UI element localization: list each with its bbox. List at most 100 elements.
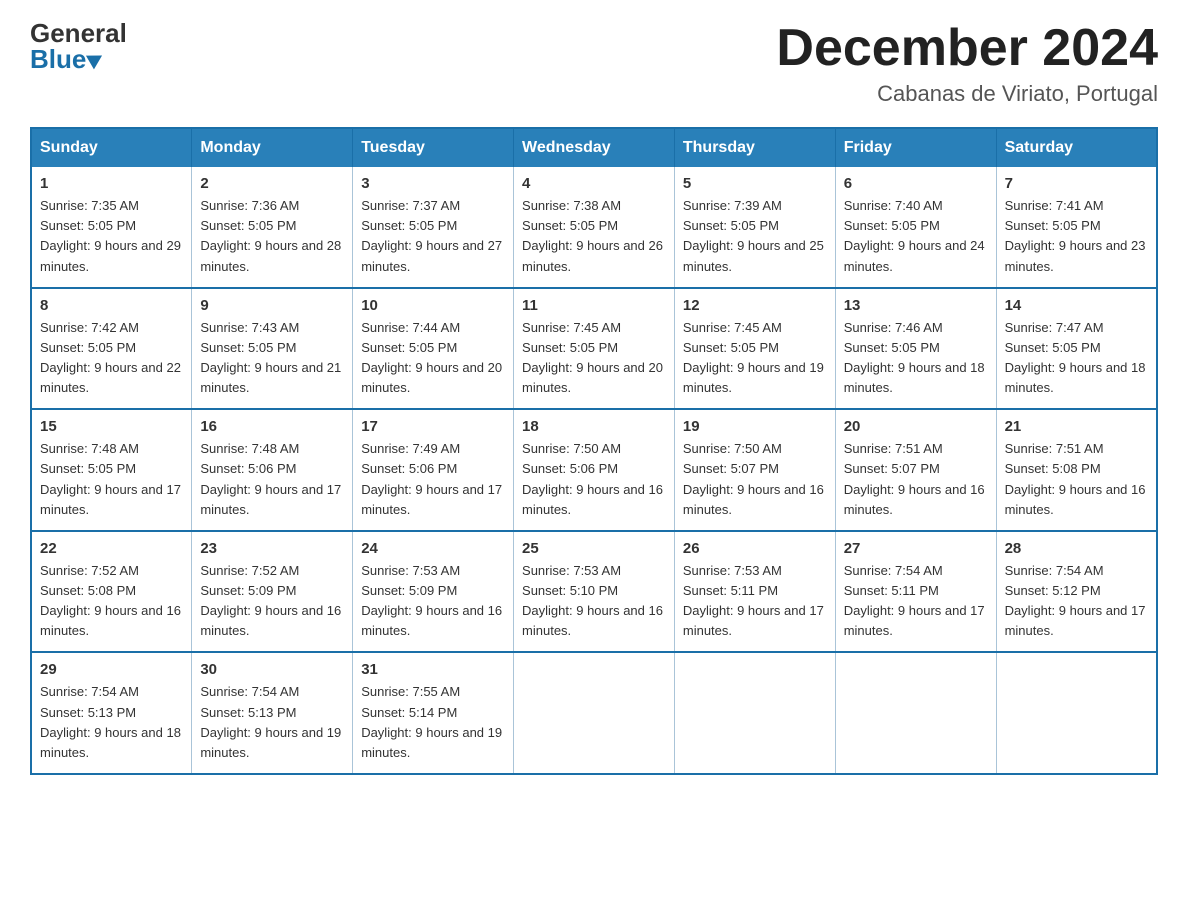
calendar-day-cell: 8 Sunrise: 7:42 AM Sunset: 5:05 PM Dayli… xyxy=(31,288,192,410)
day-number: 23 xyxy=(200,540,344,557)
calendar-day-cell: 30 Sunrise: 7:54 AM Sunset: 5:13 PM Dayl… xyxy=(192,652,353,774)
calendar-day-cell: 29 Sunrise: 7:54 AM Sunset: 5:13 PM Dayl… xyxy=(31,652,192,774)
day-info: Sunrise: 7:51 AM Sunset: 5:08 PM Dayligh… xyxy=(1005,439,1148,520)
calendar-day-cell: 24 Sunrise: 7:53 AM Sunset: 5:09 PM Dayl… xyxy=(353,531,514,653)
day-number: 3 xyxy=(361,175,505,192)
day-info: Sunrise: 7:53 AM Sunset: 5:11 PM Dayligh… xyxy=(683,561,827,642)
day-info: Sunrise: 7:43 AM Sunset: 5:05 PM Dayligh… xyxy=(200,318,344,399)
day-number: 6 xyxy=(844,175,988,192)
day-number: 8 xyxy=(40,297,183,314)
calendar-day-cell: 6 Sunrise: 7:40 AM Sunset: 5:05 PM Dayli… xyxy=(835,167,996,288)
day-info: Sunrise: 7:53 AM Sunset: 5:09 PM Dayligh… xyxy=(361,561,505,642)
day-number: 26 xyxy=(683,540,827,557)
day-info: Sunrise: 7:53 AM Sunset: 5:10 PM Dayligh… xyxy=(522,561,666,642)
calendar-day-cell: 3 Sunrise: 7:37 AM Sunset: 5:05 PM Dayli… xyxy=(353,167,514,288)
day-info: Sunrise: 7:54 AM Sunset: 5:11 PM Dayligh… xyxy=(844,561,988,642)
day-number: 19 xyxy=(683,418,827,435)
calendar-day-cell: 12 Sunrise: 7:45 AM Sunset: 5:05 PM Dayl… xyxy=(674,288,835,410)
day-info: Sunrise: 7:48 AM Sunset: 5:06 PM Dayligh… xyxy=(200,439,344,520)
logo-blue-text: Blue xyxy=(30,46,86,72)
logo-arrow-icon xyxy=(86,49,106,70)
day-info: Sunrise: 7:50 AM Sunset: 5:06 PM Dayligh… xyxy=(522,439,666,520)
day-number: 22 xyxy=(40,540,183,557)
day-info: Sunrise: 7:41 AM Sunset: 5:05 PM Dayligh… xyxy=(1005,196,1148,277)
day-info: Sunrise: 7:54 AM Sunset: 5:13 PM Dayligh… xyxy=(40,682,183,763)
calendar-day-cell: 13 Sunrise: 7:46 AM Sunset: 5:05 PM Dayl… xyxy=(835,288,996,410)
day-info: Sunrise: 7:49 AM Sunset: 5:06 PM Dayligh… xyxy=(361,439,505,520)
day-number: 15 xyxy=(40,418,183,435)
calendar-table: SundayMondayTuesdayWednesdayThursdayFrid… xyxy=(30,127,1158,775)
day-info: Sunrise: 7:54 AM Sunset: 5:13 PM Dayligh… xyxy=(200,682,344,763)
calendar-day-cell: 2 Sunrise: 7:36 AM Sunset: 5:05 PM Dayli… xyxy=(192,167,353,288)
calendar-day-cell: 21 Sunrise: 7:51 AM Sunset: 5:08 PM Dayl… xyxy=(996,409,1157,531)
day-number: 27 xyxy=(844,540,988,557)
day-info: Sunrise: 7:45 AM Sunset: 5:05 PM Dayligh… xyxy=(683,318,827,399)
calendar-day-cell: 28 Sunrise: 7:54 AM Sunset: 5:12 PM Dayl… xyxy=(996,531,1157,653)
calendar-day-cell: 26 Sunrise: 7:53 AM Sunset: 5:11 PM Dayl… xyxy=(674,531,835,653)
calendar-day-cell: 20 Sunrise: 7:51 AM Sunset: 5:07 PM Dayl… xyxy=(835,409,996,531)
day-info: Sunrise: 7:47 AM Sunset: 5:05 PM Dayligh… xyxy=(1005,318,1148,399)
day-number: 25 xyxy=(522,540,666,557)
day-info: Sunrise: 7:45 AM Sunset: 5:05 PM Dayligh… xyxy=(522,318,666,399)
calendar-day-cell: 9 Sunrise: 7:43 AM Sunset: 5:05 PM Dayli… xyxy=(192,288,353,410)
day-number: 11 xyxy=(522,297,666,314)
calendar-day-cell: 25 Sunrise: 7:53 AM Sunset: 5:10 PM Dayl… xyxy=(514,531,675,653)
day-info: Sunrise: 7:44 AM Sunset: 5:05 PM Dayligh… xyxy=(361,318,505,399)
day-number: 18 xyxy=(522,418,666,435)
calendar-header-row: SundayMondayTuesdayWednesdayThursdayFrid… xyxy=(31,128,1157,167)
day-number: 12 xyxy=(683,297,827,314)
day-info: Sunrise: 7:46 AM Sunset: 5:05 PM Dayligh… xyxy=(844,318,988,399)
day-number: 10 xyxy=(361,297,505,314)
day-number: 2 xyxy=(200,175,344,192)
month-title: December 2024 xyxy=(776,20,1158,77)
calendar-header-sunday: Sunday xyxy=(31,128,192,167)
calendar-day-cell xyxy=(514,652,675,774)
calendar-day-cell: 1 Sunrise: 7:35 AM Sunset: 5:05 PM Dayli… xyxy=(31,167,192,288)
location-title: Cabanas de Viriato, Portugal xyxy=(776,81,1158,107)
calendar-day-cell: 31 Sunrise: 7:55 AM Sunset: 5:14 PM Dayl… xyxy=(353,652,514,774)
page-header: General Blue December 2024 Cabanas de Vi… xyxy=(30,20,1158,107)
calendar-header-monday: Monday xyxy=(192,128,353,167)
day-info: Sunrise: 7:54 AM Sunset: 5:12 PM Dayligh… xyxy=(1005,561,1148,642)
day-number: 9 xyxy=(200,297,344,314)
calendar-day-cell xyxy=(674,652,835,774)
day-info: Sunrise: 7:40 AM Sunset: 5:05 PM Dayligh… xyxy=(844,196,988,277)
calendar-day-cell: 27 Sunrise: 7:54 AM Sunset: 5:11 PM Dayl… xyxy=(835,531,996,653)
logo-general-text: General xyxy=(30,20,127,46)
day-number: 24 xyxy=(361,540,505,557)
calendar-day-cell: 17 Sunrise: 7:49 AM Sunset: 5:06 PM Dayl… xyxy=(353,409,514,531)
day-number: 16 xyxy=(200,418,344,435)
day-info: Sunrise: 7:52 AM Sunset: 5:09 PM Dayligh… xyxy=(200,561,344,642)
calendar-week-row: 22 Sunrise: 7:52 AM Sunset: 5:08 PM Dayl… xyxy=(31,531,1157,653)
day-info: Sunrise: 7:50 AM Sunset: 5:07 PM Dayligh… xyxy=(683,439,827,520)
calendar-header-tuesday: Tuesday xyxy=(353,128,514,167)
calendar-day-cell: 22 Sunrise: 7:52 AM Sunset: 5:08 PM Dayl… xyxy=(31,531,192,653)
day-number: 1 xyxy=(40,175,183,192)
day-number: 28 xyxy=(1005,540,1148,557)
calendar-day-cell: 5 Sunrise: 7:39 AM Sunset: 5:05 PM Dayli… xyxy=(674,167,835,288)
calendar-day-cell: 23 Sunrise: 7:52 AM Sunset: 5:09 PM Dayl… xyxy=(192,531,353,653)
calendar-week-row: 1 Sunrise: 7:35 AM Sunset: 5:05 PM Dayli… xyxy=(31,167,1157,288)
logo: General Blue xyxy=(30,20,127,72)
calendar-header-wednesday: Wednesday xyxy=(514,128,675,167)
day-number: 30 xyxy=(200,661,344,678)
day-info: Sunrise: 7:55 AM Sunset: 5:14 PM Dayligh… xyxy=(361,682,505,763)
day-number: 4 xyxy=(522,175,666,192)
calendar-day-cell: 15 Sunrise: 7:48 AM Sunset: 5:05 PM Dayl… xyxy=(31,409,192,531)
calendar-day-cell: 11 Sunrise: 7:45 AM Sunset: 5:05 PM Dayl… xyxy=(514,288,675,410)
day-number: 7 xyxy=(1005,175,1148,192)
day-number: 21 xyxy=(1005,418,1148,435)
calendar-day-cell: 10 Sunrise: 7:44 AM Sunset: 5:05 PM Dayl… xyxy=(353,288,514,410)
day-info: Sunrise: 7:42 AM Sunset: 5:05 PM Dayligh… xyxy=(40,318,183,399)
calendar-week-row: 8 Sunrise: 7:42 AM Sunset: 5:05 PM Dayli… xyxy=(31,288,1157,410)
day-info: Sunrise: 7:36 AM Sunset: 5:05 PM Dayligh… xyxy=(200,196,344,277)
calendar-week-row: 15 Sunrise: 7:48 AM Sunset: 5:05 PM Dayl… xyxy=(31,409,1157,531)
day-info: Sunrise: 7:39 AM Sunset: 5:05 PM Dayligh… xyxy=(683,196,827,277)
day-number: 20 xyxy=(844,418,988,435)
day-number: 5 xyxy=(683,175,827,192)
day-number: 14 xyxy=(1005,297,1148,314)
calendar-header-friday: Friday xyxy=(835,128,996,167)
day-number: 29 xyxy=(40,661,183,678)
day-info: Sunrise: 7:48 AM Sunset: 5:05 PM Dayligh… xyxy=(40,439,183,520)
day-info: Sunrise: 7:52 AM Sunset: 5:08 PM Dayligh… xyxy=(40,561,183,642)
